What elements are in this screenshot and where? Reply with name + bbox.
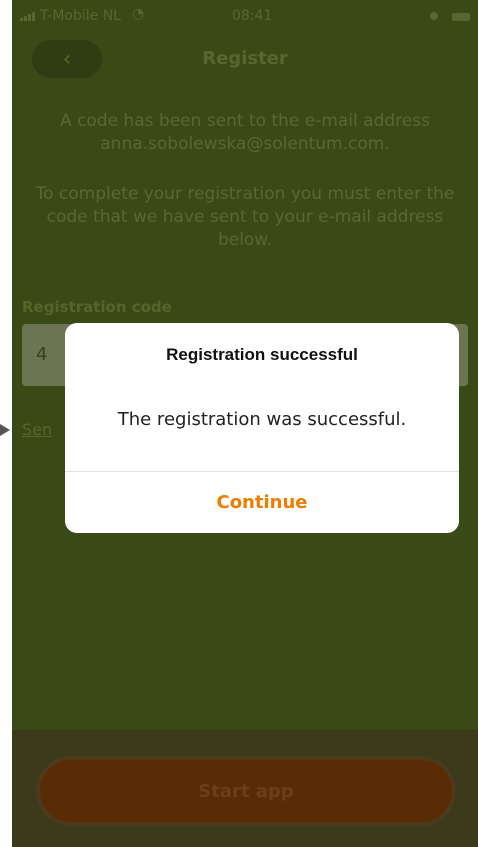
- moon-icon: [430, 12, 438, 20]
- dialog-message: The registration was successful.: [117, 409, 407, 430]
- phone-screen: T-Mobile NL ◔ 08:41 ‹ Register A code ha…: [12, 0, 478, 847]
- signal-icon: [20, 12, 35, 21]
- continue-button[interactable]: Continue: [65, 472, 459, 533]
- resend-code-link[interactable]: Sen: [22, 420, 52, 439]
- code-sent-message: A code has been sent to the e-mail addre…: [60, 111, 430, 154]
- status-bar: T-Mobile NL ◔ 08:41: [12, 0, 478, 36]
- wifi-icon: ◔: [132, 6, 145, 22]
- page-title: Register: [202, 48, 288, 69]
- carrier-name: T-Mobile NL: [40, 8, 121, 24]
- status-time: 08:41: [232, 8, 273, 24]
- success-dialog: Registration successful The registration…: [65, 323, 459, 533]
- start-app-button[interactable]: Start app: [40, 760, 452, 822]
- battery-icon: [452, 13, 470, 21]
- dialog-title: Registration successful: [166, 345, 358, 364]
- side-pointer-arrow: [0, 424, 10, 436]
- instructions-message: To complete your registration you must e…: [35, 184, 455, 250]
- registration-code-label: Registration code: [22, 298, 172, 316]
